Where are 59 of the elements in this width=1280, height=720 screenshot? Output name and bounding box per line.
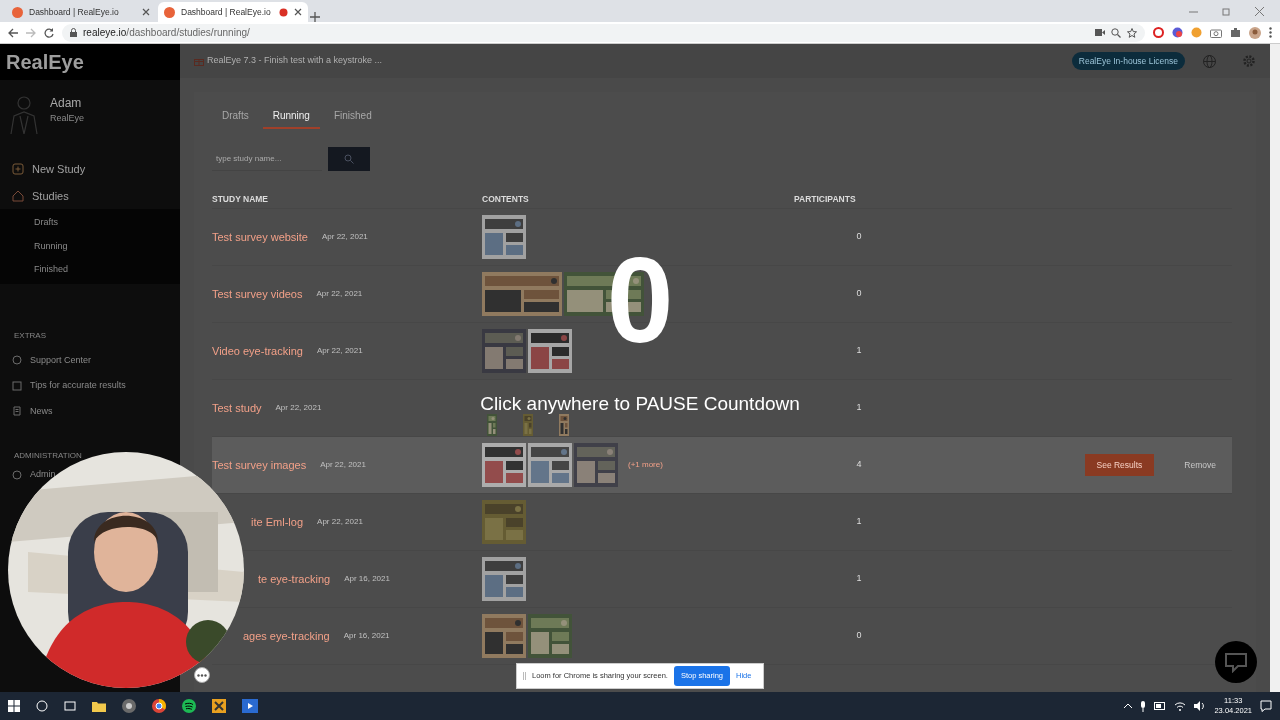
table-row[interactable]: Test survey images Apr 22, 2021 (+1 more) 4 See Results Remove bbox=[212, 437, 1232, 494]
license-badge: RealEye In-house License bbox=[1071, 51, 1185, 71]
sidebar-subitem[interactable]: Drafts bbox=[34, 211, 58, 235]
participant-count: 0 bbox=[855, 230, 863, 244]
study-name-link[interactable]: Test survey website bbox=[212, 228, 308, 246]
sidebar-item[interactable]: Admin bbox=[0, 468, 56, 482]
sidebar-item[interactable]: Support Center bbox=[0, 347, 104, 373]
tab-title: Dashboard | RealEye.io bbox=[181, 5, 272, 19]
participant-count: 1 bbox=[855, 344, 863, 358]
tab-title: Dashboard | RealEye.io bbox=[29, 5, 120, 19]
study-name-link[interactable]: te eye-tracking bbox=[258, 570, 331, 588]
study-name-link[interactable]: Test survey images bbox=[212, 456, 307, 474]
search-field[interactable]: type study name... bbox=[212, 147, 322, 171]
study-date: Apr 16, 2021 bbox=[343, 630, 390, 642]
sidebar-item[interactable]: News bbox=[0, 398, 65, 424]
participant-count: 0 bbox=[855, 629, 863, 643]
logo[interactable]: RealEye bbox=[0, 44, 180, 80]
sidebar-item[interactable]: New Study bbox=[0, 156, 98, 183]
user-organization: RealEye bbox=[50, 112, 85, 125]
more-link[interactable]: (+1 more) bbox=[628, 459, 663, 471]
participant-count: 1 bbox=[855, 401, 863, 415]
column-header: STUDY NAME bbox=[212, 193, 270, 206]
study-name-link[interactable]: Test survey videos bbox=[212, 285, 303, 303]
browser-tab[interactable]: Dashboard | RealEye.io bbox=[6, 2, 156, 22]
participant-count: 0 bbox=[855, 287, 863, 301]
announcement-link[interactable]: RealEye 7.3 - Finish test with a keystroke ... bbox=[207, 55, 383, 66]
browser-tab[interactable]: Dashboard | RealEye.io bbox=[158, 2, 308, 22]
study-date: Apr 22, 2021 bbox=[275, 402, 322, 414]
user-name: Adam bbox=[50, 95, 83, 112]
study-name-link[interactable]: ite Eml-log bbox=[251, 513, 304, 531]
countdown-hint: Click anywhere to PAUSE Countdown bbox=[480, 392, 800, 416]
participant-count: 4 bbox=[855, 458, 863, 472]
sidebar-item[interactable]: Studies bbox=[0, 182, 81, 209]
countdown-number: 0 bbox=[606, 240, 674, 360]
study-date: Apr 22, 2021 bbox=[317, 516, 363, 528]
study-date: Apr 22, 2021 bbox=[322, 231, 368, 243]
study-date: Apr 22, 2021 bbox=[316, 288, 363, 300]
study-date: Apr 22, 2021 bbox=[316, 345, 363, 357]
address-field[interactable]: realeye.io/dashboard/studies/running/ bbox=[62, 23, 1145, 42]
study-date: Apr 22, 2021 bbox=[320, 459, 366, 471]
participant-count: 1 bbox=[855, 515, 863, 529]
study-name-link[interactable]: ages eye-tracking bbox=[242, 627, 330, 645]
tab[interactable]: Drafts bbox=[212, 104, 259, 129]
sidebar-subitem[interactable]: Running bbox=[34, 234, 68, 258]
url-text: realeye.io/dashboard/studies/running/ bbox=[83, 26, 250, 40]
section-heading: EXTRAS bbox=[14, 329, 46, 342]
tab[interactable]: Running bbox=[262, 104, 320, 129]
study-date: Apr 16, 2021 bbox=[344, 573, 390, 585]
study-name-link[interactable]: Test study bbox=[212, 399, 262, 417]
sidebar-item[interactable]: Tips for accurate results bbox=[0, 373, 138, 399]
section-heading: ADMINISTRATION bbox=[14, 450, 82, 462]
study-name-link[interactable]: Video eye-tracking bbox=[212, 342, 303, 360]
sidebar-subitem[interactable]: Finished bbox=[34, 258, 69, 282]
participant-count: 1 bbox=[855, 572, 863, 586]
see-results-button[interactable]: See Results bbox=[1084, 453, 1155, 477]
column-header: PARTICIPANTS bbox=[794, 193, 857, 206]
column-header: CONTENTS bbox=[482, 193, 530, 206]
remove-button[interactable]: Remove bbox=[1178, 457, 1222, 473]
tab[interactable]: Finished bbox=[323, 104, 382, 129]
